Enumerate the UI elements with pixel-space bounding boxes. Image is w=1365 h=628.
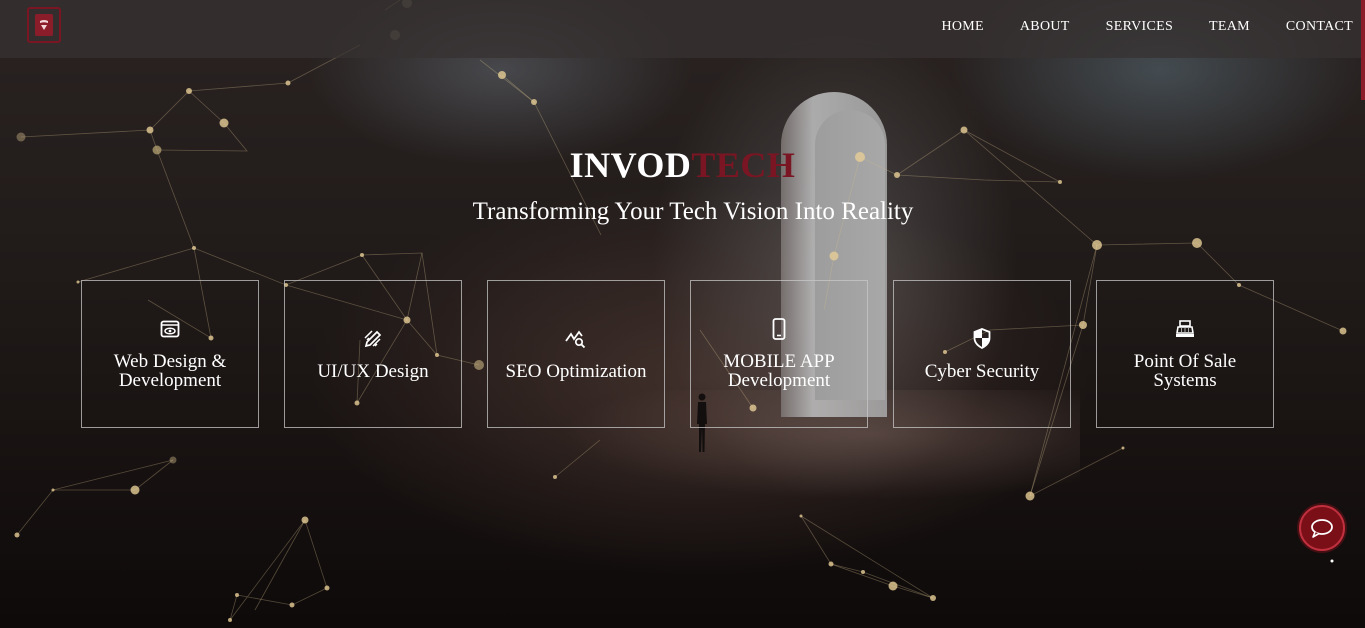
chat-bubble-icon xyxy=(1311,519,1333,538)
service-label: SEO Optimization xyxy=(505,360,647,382)
service-card-web-design[interactable]: Web Design & Development xyxy=(81,280,259,428)
services-grid: Web Design & Development UI/UX Design SE… xyxy=(81,280,1274,428)
hero-tagline: Transforming Your Tech Vision Into Reali… xyxy=(472,198,914,225)
brand-title-part2: TECH xyxy=(691,145,796,185)
brand-title: INVODTECH xyxy=(0,144,1365,186)
service-card-cyber-security[interactable]: Cyber Security xyxy=(893,280,1071,428)
service-card-ui-ux[interactable]: UI/UX Design xyxy=(284,280,462,428)
nav-about[interactable]: ABOUT xyxy=(1020,19,1070,35)
nav-services[interactable]: SERVICES xyxy=(1106,19,1173,35)
cash-register-icon xyxy=(1174,318,1196,340)
brand-title-part1: INVOD xyxy=(569,145,692,185)
service-card-pos[interactable]: Point Of Sale Systems xyxy=(1096,280,1274,428)
browser-eye-icon xyxy=(159,318,181,340)
chat-button[interactable] xyxy=(1299,505,1345,551)
service-label: UI/UX Design xyxy=(317,360,429,382)
service-card-mobile-app[interactable]: MOBILE APP Development xyxy=(690,280,868,428)
smartphone-icon xyxy=(768,318,790,340)
main-nav: HOME ABOUT SERVICES TEAM CONTACT xyxy=(905,19,1353,35)
chart-search-icon xyxy=(565,328,587,350)
nav-home[interactable]: HOME xyxy=(941,19,983,35)
service-card-seo[interactable]: SEO Optimization xyxy=(487,280,665,428)
nav-contact[interactable]: CONTACT xyxy=(1286,19,1353,35)
service-label: Point Of Sale Systems xyxy=(1133,351,1237,391)
nav-team[interactable]: TEAM xyxy=(1209,19,1250,35)
shield-icon xyxy=(971,328,993,350)
pen-ruler-icon xyxy=(362,328,384,350)
logo-mark-icon xyxy=(35,14,53,36)
service-label: MOBILE APP Development xyxy=(723,351,835,391)
service-label: Cyber Security xyxy=(924,360,1040,382)
logo[interactable] xyxy=(27,7,61,43)
scrollbar-thumb[interactable] xyxy=(1361,0,1365,100)
navbar: HOME ABOUT SERVICES TEAM CONTACT xyxy=(0,0,1365,58)
service-label: Web Design & Development xyxy=(113,351,227,391)
hero-page: HOME ABOUT SERVICES TEAM CONTACT INVODTE… xyxy=(0,0,1365,628)
